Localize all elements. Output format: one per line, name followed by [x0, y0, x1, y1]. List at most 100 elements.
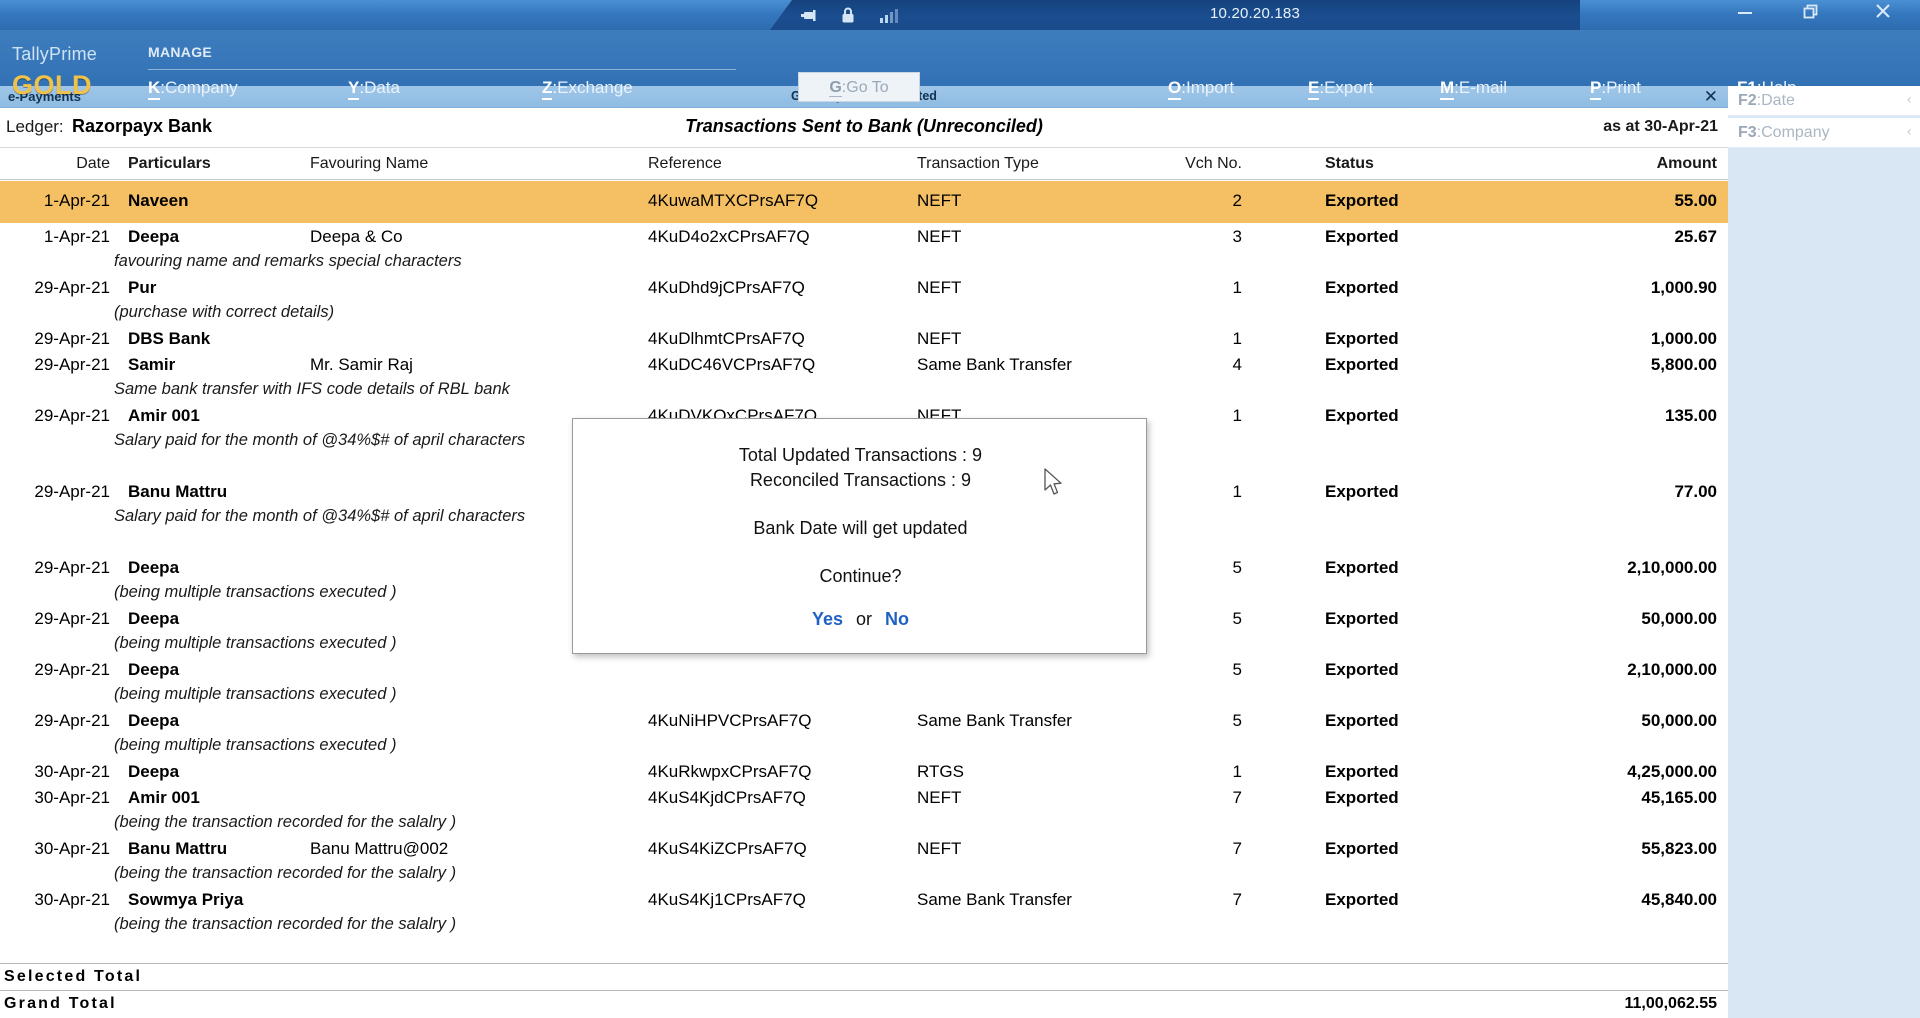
cell-amount: 45,840.00	[1490, 890, 1717, 910]
row-narration-wrap: Same bank transfer with IFS code details…	[0, 377, 1728, 402]
row-narration: (being the transaction recorded for the …	[114, 810, 754, 835]
row-narration: Same bank transfer with IFS code details…	[114, 377, 754, 402]
cell-transaction-type: Same Bank Transfer	[917, 711, 1072, 731]
cell-particulars: DBS Bank	[128, 329, 210, 349]
cell-particulars: Deepa	[128, 609, 179, 629]
tally-top-bar: TallyPrime GOLD MANAGE K:Company Y:Data …	[0, 30, 1920, 86]
table-row[interactable]: 29-Apr-21 DBS Bank 4KuDlhmtCPrsAF7Q NEFT…	[0, 325, 1728, 351]
cell-status: Exported	[1325, 482, 1399, 502]
cell-vch-no: 1	[1170, 278, 1242, 298]
table-row[interactable]: 30-Apr-21 Amir 001 4KuS4KjdCPrsAF7Q NEFT…	[0, 784, 1728, 810]
menu-label-exchange: Exchange	[557, 78, 633, 97]
row-narration-wrap: (being the transaction recorded for the …	[0, 861, 1728, 886]
menu-item-export[interactable]: E:Export	[1308, 78, 1373, 98]
cell-vch-no: 4	[1170, 355, 1242, 375]
cell-transaction-type: NEFT	[917, 839, 961, 859]
menu-item-data[interactable]: Y:Data	[348, 78, 400, 98]
column-header-vch-no: Vch No.	[1170, 155, 1242, 173]
cell-date: 29-Apr-21	[0, 660, 110, 680]
cell-particulars: Naveen	[128, 191, 188, 211]
signal-icon[interactable]	[878, 5, 900, 30]
table-row[interactable]: 30-Apr-21 Deepa 4KuRkwpxCPrsAF7Q RTGS 1 …	[0, 758, 1728, 784]
column-header-reference: Reference	[648, 155, 722, 173]
row-narration-wrap: (being multiple transactions executed )	[0, 733, 1728, 758]
cell-vch-no: 1	[1170, 406, 1242, 426]
cell-particulars: Deepa	[128, 227, 179, 247]
row-narration: (being multiple transactions executed )	[114, 682, 754, 707]
cell-transaction-type: NEFT	[917, 788, 961, 808]
menu-key-company: K	[148, 78, 160, 100]
cell-transaction-type: RTGS	[917, 762, 964, 782]
go-to-button[interactable]: G:Go To	[798, 72, 920, 102]
cell-particulars: Pur	[128, 278, 156, 298]
rdp-close-button[interactable]	[1860, 0, 1906, 30]
cell-date: 29-Apr-21	[0, 278, 110, 298]
cell-status: Exported	[1325, 762, 1399, 782]
confirmation-dialog: Total Updated Transactions : 9 Reconcile…	[572, 418, 1147, 654]
cell-vch-no: 5	[1170, 609, 1242, 629]
cell-particulars: Banu Mattru	[128, 839, 227, 859]
dialog-yes-button[interactable]: Yes	[812, 609, 843, 629]
dialog-or-label: or	[856, 609, 872, 629]
rdp-minimize-button[interactable]	[1722, 0, 1768, 30]
table-row[interactable]: 29-Apr-21 Pur 4KuDhd9jCPrsAF7Q NEFT 1 Ex…	[0, 274, 1728, 300]
page-title: Transactions Sent to Bank (Unreconciled)	[0, 116, 1728, 137]
manage-section-label: MANAGE	[148, 44, 212, 60]
panel-item-date[interactable]: F2:Date ‹	[1728, 86, 1920, 116]
row-narration: (being the transaction recorded for the …	[114, 861, 754, 886]
menu-item-exchange[interactable]: Z:Exchange	[542, 78, 633, 98]
pin-icon[interactable]	[798, 5, 818, 30]
lock-icon[interactable]	[838, 5, 858, 30]
chevron-left-icon: ‹	[1906, 92, 1912, 108]
rdp-restore-button[interactable]	[1788, 0, 1834, 30]
cell-transaction-type: NEFT	[917, 329, 961, 349]
cell-status: Exported	[1325, 558, 1399, 578]
cell-status: Exported	[1325, 660, 1399, 680]
menu-key-export: E	[1308, 78, 1319, 100]
cell-status: Exported	[1325, 839, 1399, 859]
remote-desktop-connection-bar: 10.20.20.183	[0, 0, 1920, 30]
cell-date: 29-Apr-21	[0, 609, 110, 629]
table-row[interactable]: 29-Apr-21 Deepa 5 Exported 2,10,000.00	[0, 656, 1728, 682]
table-row[interactable]: 30-Apr-21 Sowmya Priya 4KuS4Kj1CPrsAF7Q …	[0, 886, 1728, 912]
menu-item-email[interactable]: M:E-mail	[1440, 78, 1507, 98]
cell-status: Exported	[1325, 788, 1399, 808]
right-button-panel: F2:Date ‹ F3:Company ‹	[1728, 86, 1920, 1018]
cell-date: 30-Apr-21	[0, 839, 110, 859]
menu-label-print: Print	[1606, 78, 1641, 97]
cell-amount: 77.00	[1490, 482, 1717, 502]
cell-reference: 4KuRkwpxCPrsAF7Q	[648, 762, 811, 782]
dialog-total-updated-line: Total Updated Transactions : 9	[573, 445, 1148, 466]
row-narration: favouring name and remarks special chara…	[114, 249, 754, 274]
cell-transaction-type: NEFT	[917, 227, 961, 247]
table-row[interactable]: 1-Apr-21 Deepa Deepa & Co 4KuD4o2xCPrsAF…	[0, 223, 1728, 249]
table-row[interactable]: 30-Apr-21 Banu Mattru Banu Mattru@002 4K…	[0, 835, 1728, 861]
cell-date: 29-Apr-21	[0, 482, 110, 502]
menu-label-import: Import	[1186, 78, 1234, 97]
cell-date: 1-Apr-21	[0, 191, 110, 211]
cell-date: 1-Apr-21	[0, 227, 110, 247]
cell-status: Exported	[1325, 329, 1399, 349]
cell-particulars: Amir 001	[128, 788, 200, 808]
row-narration: Salary paid for the month of @34%$# of a…	[114, 428, 634, 453]
cell-amount: 2,10,000.00	[1490, 558, 1717, 578]
row-narration-wrap: (purchase with correct details)	[0, 300, 1728, 325]
totals-section: Selected Total Grand Total 11,00,062.55	[0, 963, 1728, 1017]
column-header-favouring-name: Favouring Name	[310, 155, 428, 173]
dialog-no-button[interactable]: No	[885, 609, 909, 629]
report-header: Ledger: Razorpayx Bank Transactions Sent…	[0, 108, 1728, 148]
table-row[interactable]: 29-Apr-21 Deepa 4KuNiHPVCPrsAF7Q Same Ba…	[0, 707, 1728, 733]
table-header-row: Date Particulars Favouring Name Referenc…	[0, 148, 1728, 180]
cell-amount: 135.00	[1490, 406, 1717, 426]
panel-item-company-text: F3:Company	[1738, 124, 1830, 142]
cell-transaction-type: NEFT	[917, 278, 961, 298]
menu-item-company[interactable]: K:Company	[148, 78, 238, 98]
panel-item-company[interactable]: F3:Company ‹	[1728, 118, 1920, 148]
menu-item-print[interactable]: P:Print	[1590, 78, 1641, 98]
menu-item-import[interactable]: O:Import	[1168, 78, 1234, 98]
cell-vch-no: 3	[1170, 227, 1242, 247]
cell-transaction-type: Same Bank Transfer	[917, 890, 1072, 910]
table-row[interactable]: 1-Apr-21 Naveen 4KuwaMTXCPrsAF7Q NEFT 2 …	[0, 181, 1728, 223]
report-close-icon[interactable]: ✕	[1704, 87, 1718, 107]
table-row[interactable]: 29-Apr-21 Samir Mr. Samir Raj 4KuDC46VCP…	[0, 351, 1728, 377]
